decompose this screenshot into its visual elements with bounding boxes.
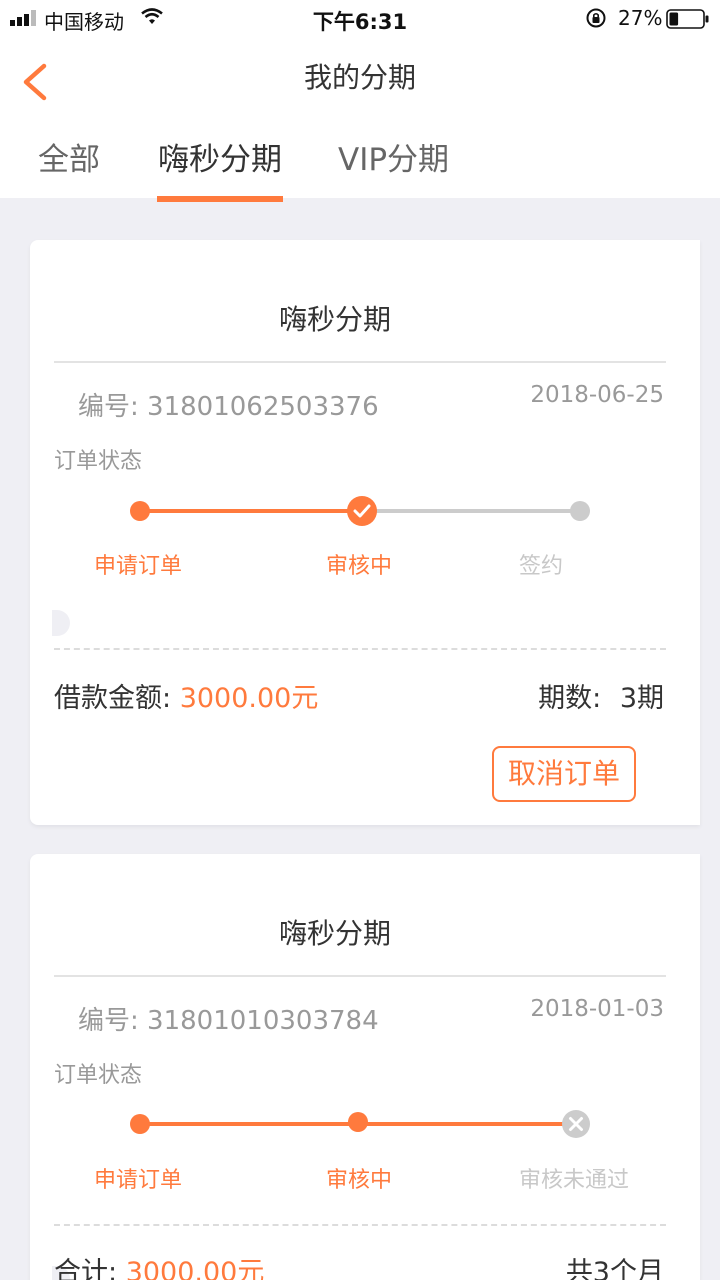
- order-number: 编号: 31801062503376: [78, 392, 379, 422]
- page-title: 我的分期: [303, 61, 416, 94]
- amount-label: 合计:: [54, 1257, 118, 1280]
- battery-percent: 27%: [618, 6, 663, 30]
- title-divider: [54, 361, 666, 363]
- step-label-apply: 申请订单: [94, 1168, 183, 1193]
- order-status-label: 订单状态: [54, 1063, 143, 1088]
- dashed-divider: [54, 648, 666, 650]
- order-status-label: 订单状态: [54, 449, 143, 474]
- period-value: 3期: [619, 683, 664, 714]
- cancel-order-button[interactable]: 取消订单: [492, 746, 636, 802]
- step-dot-pending: [570, 501, 590, 521]
- nav-bar: 我的分期: [0, 36, 720, 118]
- step-dot-done: [130, 1114, 150, 1134]
- tab-vip[interactable]: VIP分期: [338, 134, 449, 179]
- step-label-reviewing: 审核中: [326, 1168, 393, 1193]
- check-icon: [347, 496, 377, 526]
- amount-label: 借款金额:: [54, 683, 172, 714]
- period-label: 期数:: [538, 683, 602, 714]
- order-title: 嗨秒分期: [278, 917, 391, 950]
- status-bar: 中国移动 下午6:31 27%: [0, 0, 720, 36]
- dashed-divider: [54, 1224, 666, 1226]
- step-label-reviewing: 审核中: [326, 554, 393, 579]
- total-amount: 合计: 3000.00元: [54, 1250, 264, 1280]
- tab-bar: 全部 嗨秒分期 VIP分期: [0, 118, 720, 198]
- status-progress: [130, 1110, 590, 1138]
- status-time: 下午6:31: [312, 10, 408, 34]
- period-count: 期数: 3期: [538, 676, 664, 715]
- amount-value: 3000.00元: [125, 1257, 265, 1280]
- step-label-apply: 申请订单: [94, 554, 183, 579]
- tab-all[interactable]: 全部: [38, 134, 100, 179]
- order-card[interactable]: 嗨秒分期 编号: 31801062503376 2018-06-25 订单状态 …: [30, 240, 700, 825]
- card-notch: [52, 610, 70, 636]
- order-date: 2018-01-03: [530, 996, 664, 1022]
- status-progress: [130, 496, 590, 526]
- step-dot-done: [130, 501, 150, 521]
- battery-icon: [666, 9, 709, 29]
- loan-amount: 借款金额: 3000.00元: [54, 676, 318, 715]
- title-divider: [54, 975, 666, 977]
- amount-value: 3000.00元: [179, 683, 319, 714]
- step-label-rejected: 审核未通过: [519, 1168, 630, 1193]
- order-title: 嗨秒分期: [278, 303, 391, 336]
- rotation-lock-icon: [586, 8, 606, 28]
- order-card[interactable]: 嗨秒分期 编号: 31801010303784 2018-01-03 订单状态 …: [30, 854, 700, 1280]
- order-date: 2018-06-25: [530, 382, 664, 408]
- step-dot-done: [348, 1112, 368, 1132]
- order-number: 编号: 31801010303784: [78, 1006, 379, 1036]
- tab-active-indicator: [157, 196, 283, 202]
- period-value: 共3个月: [565, 1257, 664, 1280]
- step-label-sign: 签约: [519, 554, 564, 579]
- tab-haimiao[interactable]: 嗨秒分期: [158, 134, 282, 179]
